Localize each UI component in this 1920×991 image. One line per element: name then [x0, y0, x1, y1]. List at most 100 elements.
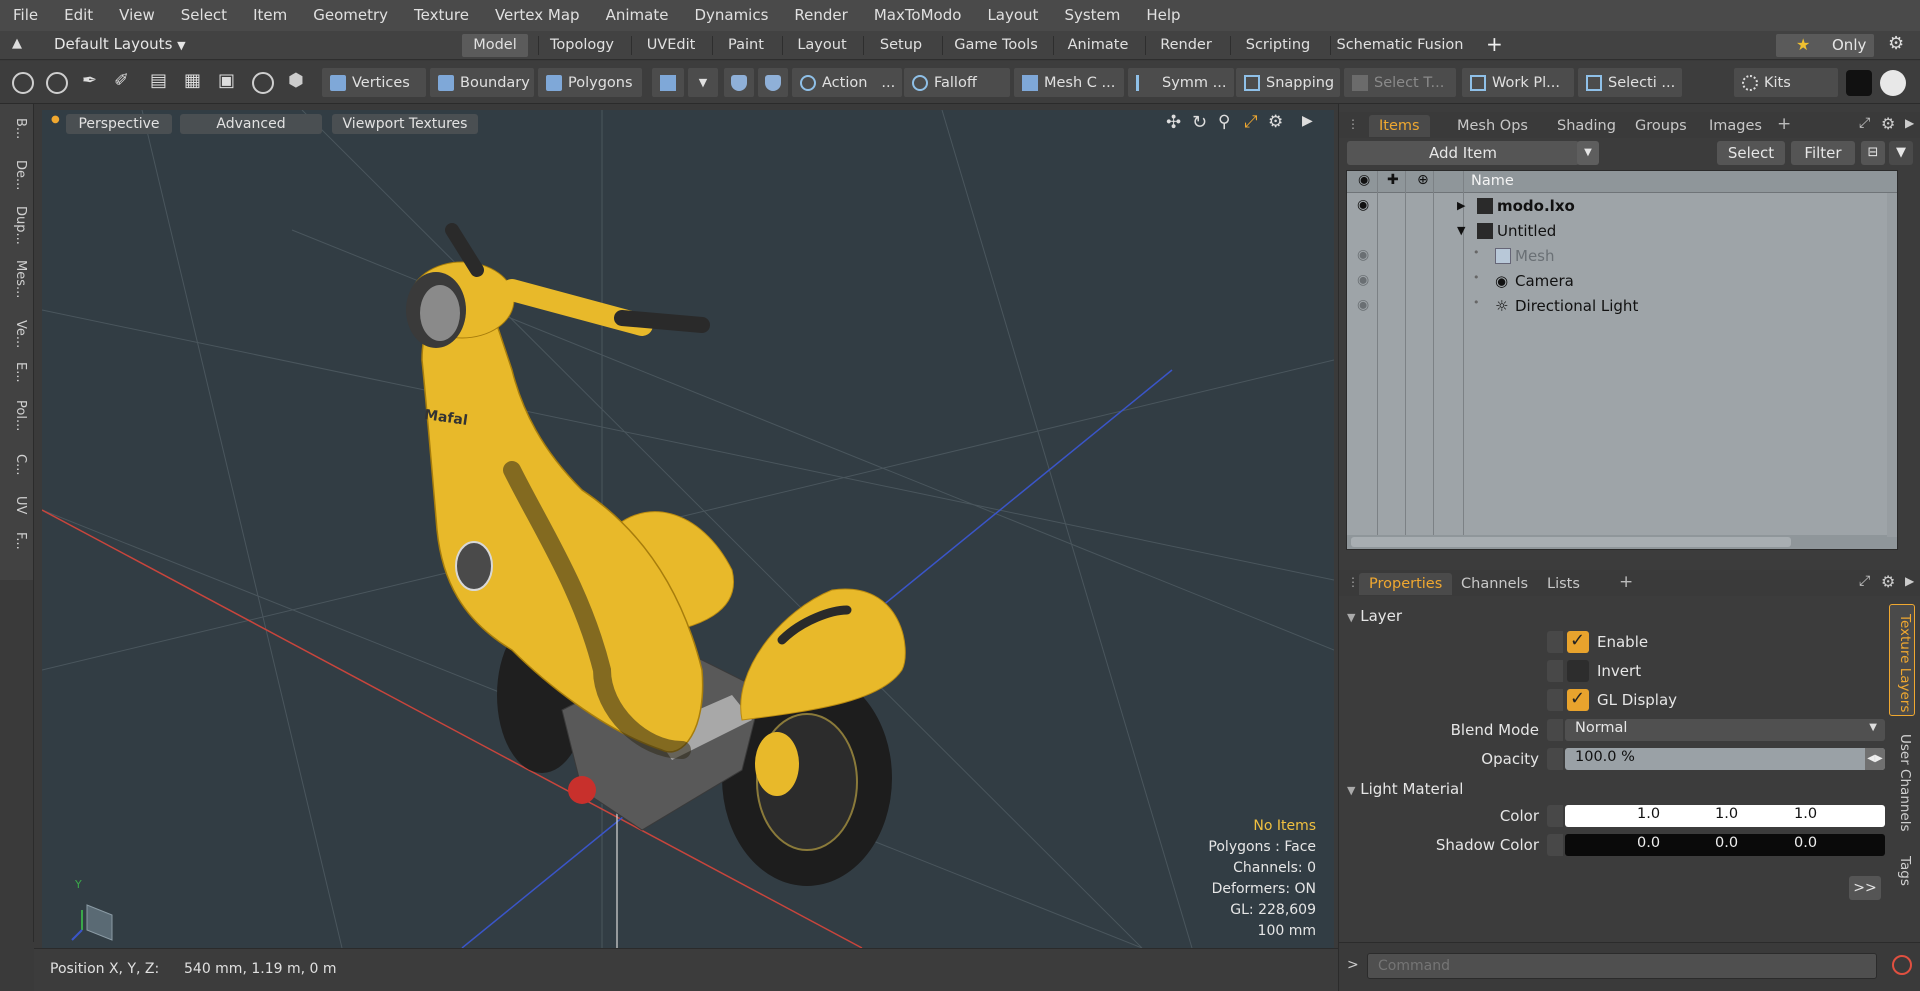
- selection-sets-button[interactable]: Selecti ...: [1578, 68, 1682, 97]
- panel-menu-arrow-icon[interactable]: ▶: [1905, 116, 1914, 130]
- invert-checkbox[interactable]: [1567, 660, 1589, 682]
- pen-icon[interactable]: ✒: [82, 70, 97, 91]
- funnel-icon[interactable]: ▼: [1889, 141, 1913, 165]
- only-toggle[interactable]: ★ Only: [1776, 34, 1874, 57]
- opacity-slider[interactable]: 100.0 % ◀▶: [1565, 748, 1885, 770]
- tab-render[interactable]: Render: [1149, 34, 1223, 57]
- add-tab-icon[interactable]: +: [1619, 572, 1633, 592]
- tab-topology[interactable]: Topology: [542, 34, 622, 57]
- vertices-button[interactable]: Vertices: [322, 68, 426, 97]
- list-item[interactable]: ◉ • ☼ Directional Light: [1347, 295, 1897, 320]
- shield-alt-button[interactable]: [758, 68, 788, 97]
- left-tab-edge[interactable]: E...: [8, 362, 28, 383]
- select-through-button[interactable]: Select T...: [1344, 68, 1456, 97]
- list-item[interactable]: ◉ • ◉ Camera: [1347, 270, 1897, 295]
- shield-button[interactable]: [724, 68, 754, 97]
- falloff-button[interactable]: Falloff: [904, 68, 1010, 97]
- side-tab-user-channels[interactable]: User Channels: [1889, 734, 1913, 832]
- tab-scripting[interactable]: Scripting: [1234, 34, 1322, 57]
- polygons-button[interactable]: Polygons: [538, 68, 642, 97]
- expand-panel-icon[interactable]: ⤢: [1859, 573, 1870, 589]
- drag-handle-icon[interactable]: ⋮: [1347, 117, 1359, 131]
- viewport-dot-icon[interactable]: ●: [51, 114, 60, 125]
- gl-display-channel-dot[interactable]: [1547, 689, 1563, 711]
- mesh-constraint-button[interactable]: Mesh C ...: [1014, 68, 1124, 97]
- drag-handle-icon[interactable]: ⋮: [1347, 575, 1359, 589]
- viewport-gear-icon[interactable]: ⚙: [1268, 112, 1283, 132]
- menu-texture[interactable]: Texture: [401, 0, 482, 31]
- work-plane-button[interactable]: Work Pl...: [1462, 68, 1574, 97]
- select-button[interactable]: Select: [1717, 141, 1785, 165]
- menu-dynamics[interactable]: Dynamics: [681, 0, 781, 31]
- viewport-textures-button[interactable]: Viewport Textures: [332, 114, 478, 134]
- vertical-scrollbar[interactable]: [1887, 193, 1897, 537]
- left-tab-mesh-edit[interactable]: Mes...: [8, 260, 28, 298]
- eye-icon[interactable]: ◉: [1357, 297, 1369, 313]
- action-button[interactable]: Action ...: [792, 68, 902, 97]
- enable-channel-dot[interactable]: [1547, 631, 1563, 653]
- record-icon[interactable]: [1892, 955, 1912, 975]
- add-tab-icon[interactable]: +: [1777, 114, 1791, 134]
- menu-select[interactable]: Select: [168, 0, 240, 31]
- panel-menu-arrow-icon[interactable]: ▶: [1905, 574, 1914, 588]
- list-item[interactable]: ◉ ▶ modo.lxo: [1347, 195, 1897, 220]
- globe-icon[interactable]: [46, 72, 68, 94]
- menu-view[interactable]: View: [106, 0, 168, 31]
- shadow-color-g[interactable]: 0.0: [1715, 835, 1738, 851]
- blend-mode-channel-dot[interactable]: [1547, 719, 1563, 741]
- menu-item[interactable]: Item: [240, 0, 300, 31]
- tab-uvedit[interactable]: UVEdit: [636, 34, 706, 57]
- left-tab-deform[interactable]: De...: [8, 160, 28, 190]
- light-material-section[interactable]: ▼ Light Material: [1347, 778, 1463, 800]
- layout-selector[interactable]: Default Layouts ▼: [54, 35, 186, 53]
- maximize-icon[interactable]: ⤢: [1244, 112, 1258, 132]
- left-tab-curve[interactable]: C...: [8, 454, 28, 475]
- layer-section[interactable]: ▼ Layer: [1347, 605, 1402, 627]
- zoom-icon[interactable]: ⚲: [1218, 112, 1230, 132]
- panel-gear-icon[interactable]: ⚙: [1881, 572, 1895, 591]
- shadow-color-channel-dot[interactable]: [1547, 834, 1563, 856]
- blend-mode-select[interactable]: Normal ▼: [1565, 719, 1885, 741]
- list-item[interactable]: ◉ • Mesh: [1347, 245, 1897, 270]
- snap-circle-icon[interactable]: [252, 72, 274, 94]
- left-tab-uv[interactable]: UV: [8, 496, 28, 514]
- menu-file[interactable]: File: [0, 0, 51, 31]
- visibility-column-icon[interactable]: ◉: [1358, 172, 1370, 188]
- tab-mesh-ops[interactable]: Mesh Ops: [1447, 115, 1538, 137]
- menu-help[interactable]: Help: [1133, 0, 1193, 31]
- gear-icon[interactable]: ⚙: [1888, 33, 1904, 54]
- more-button[interactable]: >>: [1849, 876, 1881, 900]
- tab-layout[interactable]: Layout: [786, 34, 858, 57]
- tab-setup[interactable]: Setup: [867, 34, 935, 57]
- pan-icon[interactable]: ✣: [1166, 112, 1181, 133]
- scrollbar-thumb[interactable]: [1351, 537, 1791, 547]
- menu-maxtomodo[interactable]: MaxToModo: [861, 0, 975, 31]
- shading-mode-button[interactable]: Advanced: [180, 114, 322, 134]
- tab-images[interactable]: Images: [1699, 115, 1772, 137]
- slider-arrows-icon[interactable]: ◀▶: [1865, 748, 1885, 770]
- menu-render[interactable]: Render: [781, 0, 860, 31]
- left-tab-fusion[interactable]: F...: [8, 532, 28, 550]
- expand-panel-icon[interactable]: ⤢: [1859, 115, 1870, 131]
- panel-gear-icon[interactable]: ⚙: [1881, 114, 1895, 133]
- collapse-list-icon[interactable]: ⊟: [1861, 141, 1885, 165]
- list-item[interactable]: ▼ Untitled: [1347, 220, 1897, 245]
- horizontal-scrollbar[interactable]: [1347, 535, 1897, 549]
- left-tab-vertex[interactable]: Ve...: [8, 320, 28, 348]
- menu-animate[interactable]: Animate: [593, 0, 682, 31]
- lock-column-icon[interactable]: ✚: [1387, 172, 1399, 188]
- menu-edit[interactable]: Edit: [51, 0, 106, 31]
- add-item-button[interactable]: Add Item: [1347, 141, 1579, 165]
- tab-groups[interactable]: Groups: [1625, 115, 1697, 137]
- eye-icon[interactable]: ◉: [1357, 197, 1369, 213]
- tab-model[interactable]: Model: [462, 34, 528, 57]
- frame-icon[interactable]: ▣: [218, 70, 235, 91]
- grid-icon[interactable]: ▦: [184, 70, 201, 91]
- add-tab-icon[interactable]: +: [1486, 32, 1503, 56]
- side-tab-texture-layers[interactable]: Texture Layers: [1889, 614, 1913, 712]
- pin-column-icon[interactable]: ⊕: [1417, 172, 1429, 188]
- unity-icon[interactable]: [1846, 70, 1872, 96]
- tab-shading[interactable]: Shading: [1547, 115, 1626, 137]
- tab-items[interactable]: Items: [1369, 115, 1430, 137]
- collapse-up-icon[interactable]: ▲: [12, 36, 22, 51]
